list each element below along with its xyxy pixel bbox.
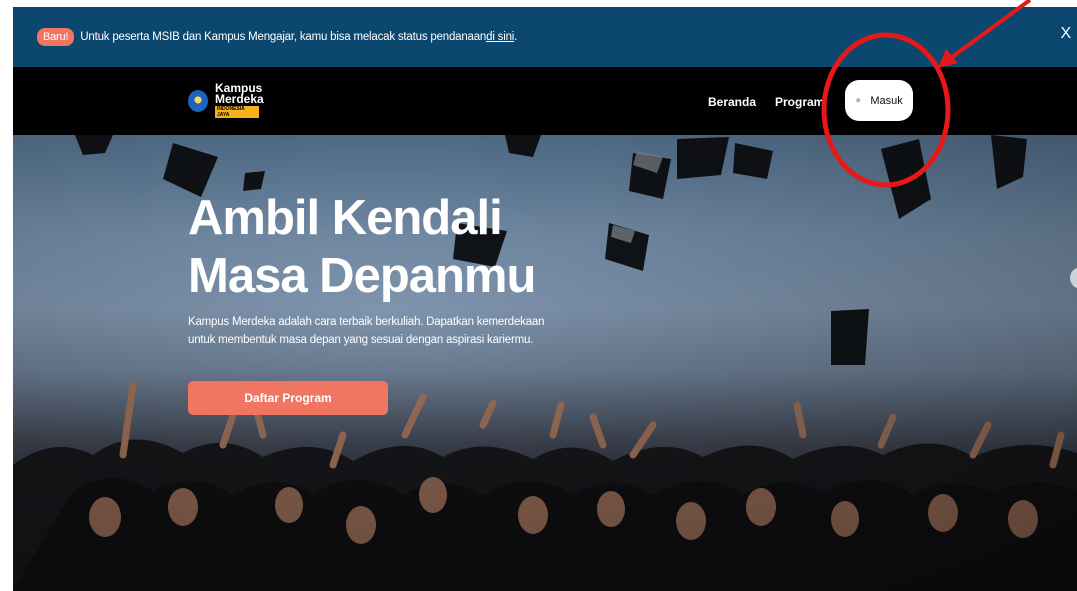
hero-section: Ambil Kendali Masa Depanmu Kampus Merdek… [13,135,1077,591]
emblem-icon [188,89,208,112]
login-label: Masuk [870,94,903,107]
nav-program[interactable]: Program [775,95,824,109]
logo-subline: INDONESIA JAYA [215,106,259,118]
hero-title-line-2: Masa Depanmu [188,249,536,303]
hero-title: Ambil Kendali Masa Depanmu [188,189,548,305]
new-badge: Baru! [37,28,75,46]
daftar-program-button[interactable]: Daftar Program [188,381,388,415]
login-button[interactable]: ● Masuk [845,80,913,121]
logo-wordmark: Kampus Merdeka INDONESIA JAYA [215,82,264,118]
announcement-link[interactable]: di sini [486,31,514,43]
logo-line-2: Merdeka [215,92,264,106]
user-icon: ● [855,95,862,106]
nav-beranda[interactable]: Beranda [708,95,756,109]
close-icon[interactable]: X [1061,25,1072,43]
kampus-merdeka-logo[interactable]: Kampus Merdeka INDONESIA JAYA [188,82,264,118]
announcement-text: Untuk peserta MSIB dan Kampus Mengajar, … [80,31,487,43]
navbar: Kampus Merdeka INDONESIA JAYA Beranda Pr… [13,67,1077,135]
hero-description: Kampus Merdeka adalah cara terbaik berku… [188,316,545,346]
announcement-suffix: . [514,31,518,43]
hero-title-line-1: Ambil Kendali [188,191,503,245]
announcement-bar: Baru! Untuk peserta MSIB dan Kampus Meng… [13,7,1077,67]
